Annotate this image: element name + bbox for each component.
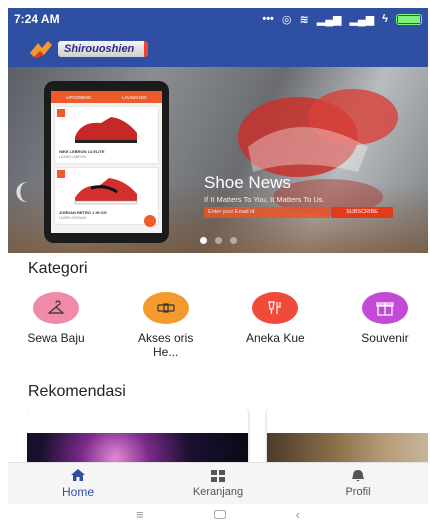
system-navigation: ≡ ‹ [8,504,428,525]
recommendation-card[interactable] [27,409,248,465]
nav-keranjang[interactable]: Keranjang [148,463,288,504]
shoe-image [75,117,137,143]
status-bar: 7:24 AM ••• ◎ ≋ ▂▄▆ ▂▄▆ ϟ [8,8,428,30]
shoe-image [74,178,138,205]
recommendation-image [27,433,248,465]
category-aksesoris[interactable]: Akses oris He... [128,292,204,359]
categories-heading: Kategori [28,260,88,277]
recommendations-heading: Rekomendasi [28,383,126,400]
category-label: Souvenir [361,331,409,345]
bell-icon [352,470,364,482]
cake-icon [252,292,299,324]
hanger-icon [33,292,79,324]
banner-subscribe-button: SUBSCRIBE [331,207,393,218]
phone-tab-upcoming: UPCOMING [66,94,92,100]
home-square-icon[interactable] [213,510,226,519]
product-badge [57,109,65,117]
status-time: 7:24 AM [14,12,60,26]
banner-subtitle: If It Matters To You, It Matters To Us. [204,195,325,204]
category-label: Akses oris He... [137,331,194,359]
phone-tab-launched: LAUNCHED [121,94,147,100]
phone-product-card: JORDAN RETRO 1 HI OG LEARN JORDAN [54,167,159,225]
category-aneka-kue[interactable]: Aneka Kue [237,292,313,359]
nav-label: Keranjang [192,486,244,498]
belt-icon [142,292,189,324]
charging-icon: ϟ [382,13,388,25]
nav-label: Home [61,485,94,499]
app-bar: Shirouoshien [8,30,428,67]
promo-banner[interactable]: ❨ UPCOMING LAUNCHED NIKE LEBRON 14 ELITE… [8,67,428,253]
back-icon[interactable]: ‹ [296,507,300,522]
banner-phone-mockup: UPCOMING LAUNCHED NIKE LEBRON 14 ELITE L… [44,81,169,243]
alarm-icon: ◎ [281,13,292,26]
banner-title: Shoe News [204,173,291,192]
dots-icon: ••• [262,13,274,25]
banner-email-field: Enter your Email id [204,207,330,218]
carousel-dot[interactable] [230,237,237,244]
menu-icon[interactable]: ≡ [136,507,144,522]
wifi-icon: ≋ [299,13,309,26]
nav-label: Profil [345,486,371,498]
signal-icon: ▂▄▆ [349,13,375,26]
recommendation-image [267,433,428,465]
phone-product-card: NIKE LEBRON 14 ELITE LEARN LEBRON [54,106,159,164]
status-icons: ••• ◎ ≋ ▂▄▆ ▂▄▆ ϟ [262,13,422,26]
carousel-dot[interactable] [200,237,207,244]
signal-icon: ▂▄▆ [316,13,342,26]
product-title: JORDAN RETRO 1 HI OG [59,210,107,215]
product-subtitle: LEARN JORDAN [59,216,87,220]
carousel-dot[interactable] [215,237,222,244]
battery-icon [396,13,422,25]
nav-profil[interactable]: Profil [288,463,428,504]
logo-text: Shirouoshien [58,40,149,57]
recommendation-list [27,409,428,465]
phone-screen: UPCOMING LAUNCHED NIKE LEBRON 14 ELITE L… [51,91,162,233]
nav-home[interactable]: Home [8,463,148,504]
gift-icon [361,292,408,324]
phone-fab-icon [144,215,156,227]
product-subtitle: LEARN LEBRON [59,155,87,159]
phone-tabs: UPCOMING LAUNCHED [51,91,162,103]
banner-prev-arrow-icon[interactable]: ❨ [12,179,30,205]
cart-grid-icon [211,470,225,482]
product-badge [57,170,65,178]
home-icon [71,469,85,481]
product-title: NIKE LEBRON 14 ELITE [59,149,105,154]
bottom-navigation: Home Keranjang Profil [8,462,428,504]
category-sewa-baju[interactable]: Sewa Baju [18,292,94,359]
recommendation-card[interactable] [267,409,428,465]
categories-list: Sewa Baju Akses oris He... Aneka Kue Sou… [18,292,423,359]
category-label: Sewa Baju [27,331,85,345]
category-souvenir[interactable]: Souvenir [347,292,423,359]
logo-icon [28,39,54,59]
banner-shoes-image [238,89,398,215]
carousel-indicator [200,237,237,244]
category-label: Aneka Kue [245,331,305,345]
app-logo[interactable]: Shirouoshien [28,39,149,59]
